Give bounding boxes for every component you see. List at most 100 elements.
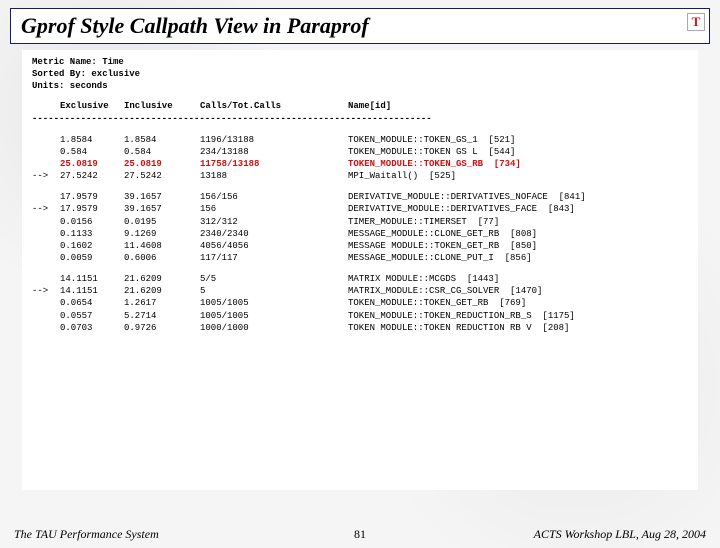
inclusive-cell: 21.6209 [124,285,200,297]
name-cell: TOKEN MODULE::TOKEN REDUCTION RB V [208] [348,322,688,334]
arrow-cell [32,322,60,334]
column-headers: Exclusive Inclusive Calls/Tot.Calls Name… [32,100,688,112]
table-row: 0.5840.584234/13188TOKEN_MODULE::TOKEN G… [32,146,688,158]
name-cell: MPI_Waitall() [525] [348,170,688,182]
col-spacer [32,100,60,112]
calls-cell: 234/13188 [200,146,348,158]
table-row: -->14.115121.62095MATRIX_MODULE::CSR_CG_… [32,285,688,297]
arrow-cell [32,240,60,252]
inclusive-cell: 0.9726 [124,322,200,334]
calls-cell: 5 [200,285,348,297]
exclusive-cell: 14.1151 [60,285,124,297]
name-cell: MATRIX_MODULE::CSR_CG_SOLVER [1470] [348,285,688,297]
title-box: Gprof Style Callpath View in Paraprof T [10,8,710,44]
inclusive-cell: 0.584 [124,146,200,158]
units-line: Units: seconds [32,80,688,92]
name-cell: MESSAGE MODULE::TOKEN_GET_RB [850] [348,240,688,252]
arrow-cell [32,273,60,285]
exclusive-cell: 0.0557 [60,310,124,322]
name-cell: TOKEN_MODULE::TOKEN GS L [544] [348,146,688,158]
inclusive-cell: 9.1269 [124,228,200,240]
exclusive-cell: 0.1602 [60,240,124,252]
logo-letter: T [692,14,701,30]
inclusive-cell: 0.6006 [124,252,200,264]
calls-cell: 1000/1000 [200,322,348,334]
arrow-cell [32,216,60,228]
exclusive-cell: 0.0703 [60,322,124,334]
calls-cell: 1005/1005 [200,310,348,322]
name-cell: TOKEN_MODULE::TOKEN_GET_RB [769] [348,297,688,309]
exclusive-cell: 25.0819 [60,158,124,170]
exclusive-cell: 17.9579 [60,203,124,215]
name-cell: TOKEN_MODULE::TOKEN_REDUCTION_RB_S [1175… [348,310,688,322]
calls-cell: 4056/4056 [200,240,348,252]
name-cell: TOKEN_MODULE::TOKEN_GS_RB [734] [348,158,688,170]
col-calls: Calls/Tot.Calls [200,100,348,112]
separator-line: ----------------------------------------… [32,113,688,125]
meta-header: Metric Name: Time Sorted By: exclusive U… [32,56,688,92]
exclusive-cell: 14.1151 [60,273,124,285]
table-row: -->17.957939.1657156DERIVATIVE_MODULE::D… [32,203,688,215]
name-cell: TIMER_MODULE::TIMERSET [77] [348,216,688,228]
col-exclusive: Exclusive [60,100,124,112]
arrow-cell [32,228,60,240]
calls-cell: 156/156 [200,191,348,203]
arrow-cell: --> [32,285,60,297]
inclusive-cell: 0.0195 [124,216,200,228]
slide-title: Gprof Style Callpath View in Paraprof [21,13,369,38]
col-inclusive: Inclusive [124,100,200,112]
exclusive-cell: 27.5242 [60,170,124,182]
arrow-cell [32,297,60,309]
metric-name-line: Metric Name: Time [32,56,688,68]
calls-cell: 5/5 [200,273,348,285]
name-cell: DERIVATIVE_MODULE::DERIVATIVES_FACE [843… [348,203,688,215]
content-area: Metric Name: Time Sorted By: exclusive U… [22,50,698,490]
exclusive-cell: 0.0156 [60,216,124,228]
inclusive-cell: 39.1657 [124,191,200,203]
name-cell: MESSAGE_MODULE::CLONE_GET_RB [808] [348,228,688,240]
inclusive-cell: 25.0819 [124,158,200,170]
calls-cell: 117/117 [200,252,348,264]
name-cell: DERIVATIVE_MODULE::DERIVATIVES_NOFACE [8… [348,191,688,203]
table-row: 1.85841.85841196/13188TOKEN_MODULE::TOKE… [32,134,688,146]
arrow-cell [32,146,60,158]
calls-cell: 13188 [200,170,348,182]
table-row: 0.160211.46084056/4056MESSAGE MODULE::TO… [32,240,688,252]
calls-cell: 11758/13188 [200,158,348,170]
inclusive-cell: 27.5242 [124,170,200,182]
exclusive-cell: 1.8584 [60,134,124,146]
table-row: 0.11339.12692340/2340MESSAGE_MODULE::CLO… [32,228,688,240]
table-row: 0.06541.26171005/1005TOKEN_MODULE::TOKEN… [32,297,688,309]
arrow-cell [32,191,60,203]
table-row: 0.05575.27141005/1005TOKEN_MODULE::TOKEN… [32,310,688,322]
arrow-cell: --> [32,170,60,182]
calls-cell: 156 [200,203,348,215]
arrow-cell [32,252,60,264]
exclusive-cell: 0.1133 [60,228,124,240]
arrow-cell [32,134,60,146]
inclusive-cell: 1.2617 [124,297,200,309]
table-row: 0.01560.0195312/312TIMER_MODULE::TIMERSE… [32,216,688,228]
name-cell: MATRIX MODULE::MCGDS [1443] [348,273,688,285]
calls-cell: 1196/13188 [200,134,348,146]
exclusive-cell: 0.0654 [60,297,124,309]
table-row: 17.957939.1657156/156DERIVATIVE_MODULE::… [32,191,688,203]
exclusive-cell: 17.9579 [60,191,124,203]
table-row: 25.081925.081911758/13188TOKEN_MODULE::T… [32,158,688,170]
tau-logo-icon: T [687,13,705,31]
call-group: 1.85841.85841196/13188TOKEN_MODULE::TOKE… [32,134,688,183]
table-row: 0.00590.6006117/117MESSAGE_MODULE::CLONE… [32,252,688,264]
groups-container: 1.85841.85841196/13188TOKEN_MODULE::TOKE… [32,134,688,334]
inclusive-cell: 1.8584 [124,134,200,146]
name-cell: MESSAGE_MODULE::CLONE_PUT_I [856] [348,252,688,264]
call-group: 14.115121.62095/5MATRIX MODULE::MCGDS [1… [32,273,688,334]
arrow-cell [32,158,60,170]
exclusive-cell: 0.0059 [60,252,124,264]
exclusive-cell: 0.584 [60,146,124,158]
table-row: 0.07030.97261000/1000TOKEN MODULE::TOKEN… [32,322,688,334]
calls-cell: 1005/1005 [200,297,348,309]
name-cell: TOKEN_MODULE::TOKEN_GS_1 [521] [348,134,688,146]
inclusive-cell: 11.4608 [124,240,200,252]
call-group: 17.957939.1657156/156DERIVATIVE_MODULE::… [32,191,688,264]
arrow-cell [32,310,60,322]
